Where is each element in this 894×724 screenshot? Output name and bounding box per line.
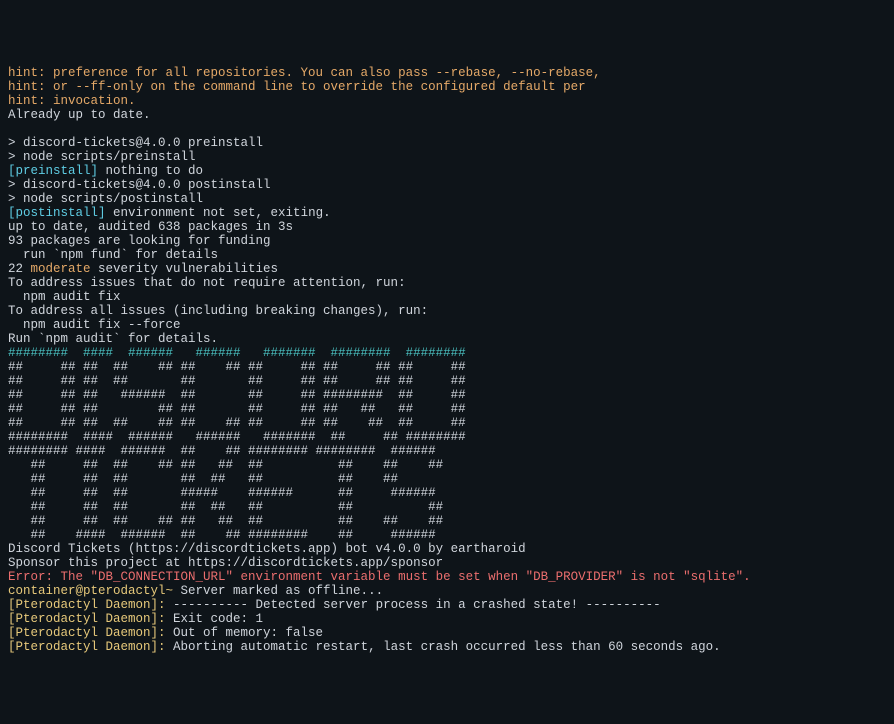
terminal-text-segment: Out of memory: false [166,626,324,640]
terminal-line: ## ## ## ## ## ## ## ## ## ## [8,458,886,472]
terminal-line: 93 packages are looking for funding [8,234,886,248]
terminal-text-segment: hint: invocation. [8,94,136,108]
terminal-line: hint: preference for all repositories. Y… [8,66,886,80]
terminal-line: ## ## ## ##### ###### ## ###### [8,486,886,500]
terminal-text-segment: [Pterodactyl Daemon]: [8,612,166,626]
terminal-text-segment: [postinstall] [8,206,106,220]
terminal-text-segment: ######## #### ###### ###### ####### ####… [8,346,473,360]
terminal-line: npm audit fix [8,290,886,304]
terminal-text-segment: ## ## ## ## ## ## ## ## [8,500,451,514]
terminal-text-segment: To address issues that do not require at… [8,276,406,290]
terminal-line: Error: The "DB_CONNECTION_URL" environme… [8,570,886,584]
terminal-text-segment: [Pterodactyl Daemon]: [8,626,166,640]
terminal-line: ## ## ## ## ## ## ## ## ## ## ## ## ## [8,360,886,374]
terminal-line: ## ## ## ## ## ## ## ## ## ## ## ## ## [8,416,886,430]
terminal-text-segment: To address all issues (including breakin… [8,304,428,318]
terminal-text-segment: npm audit fix [8,290,121,304]
terminal-line: [preinstall] nothing to do [8,164,886,178]
terminal-text-segment: ## ## ## ## ## ## ## ## ## ## ## ## ## [8,416,466,430]
terminal-line: ######## #### ###### ###### ####### ## #… [8,430,886,444]
terminal-text-segment: ## ## ## ###### ## ## ## ######## ## ## [8,388,466,402]
terminal-line: [Pterodactyl Daemon]: Aborting automatic… [8,640,886,654]
terminal-text-segment: ## ## ## ## ## ## ## ## ## ## [8,458,451,472]
terminal-text-segment: npm audit fix --force [8,318,181,332]
terminal-text-segment: > node scripts/preinstall [8,150,196,164]
terminal-text-segment: [Pterodactyl Daemon]: [8,640,166,654]
terminal-text-segment: 93 packages are looking for funding [8,234,271,248]
terminal-text-segment: ## ## ## ## ## ## ## ## ## ## ## ## ## [8,360,466,374]
terminal-line: ## ## ## ## ## ## ## ## [8,500,886,514]
terminal-text-segment: container@pterodactyl~ [8,584,173,598]
terminal-text-segment: hint: preference for all repositories. Y… [8,66,601,80]
terminal-text-segment: hint: or --ff-only on the command line t… [8,80,586,94]
terminal-text-segment: ## ## ## ## ## ## ## ## [8,472,451,486]
terminal-line: [postinstall] environment not set, exiti… [8,206,886,220]
terminal-text-segment: nothing to do [98,164,203,178]
terminal-line: ## ## ## ## ## ## ## ## [8,472,886,486]
terminal-text-segment: severity vulnerabilities [91,262,279,276]
terminal-text-segment: ## ## ## ## ## ## ## ## ## ## ## [8,402,466,416]
terminal-text-segment: ---------- Detected server process in a … [166,598,661,612]
terminal-text-segment: Run `npm audit` for details. [8,332,218,346]
terminal-line: ## ## ## ## ## ## ## ## ## ## ## [8,374,886,388]
terminal-text-segment: ## #### ###### ## ## ######## ## ###### [8,528,451,542]
terminal-text-segment: > node scripts/postinstall [8,192,203,206]
terminal-line: [Pterodactyl Daemon]: Exit code: 1 [8,612,886,626]
terminal-line: Sponsor this project at https://discordt… [8,556,886,570]
terminal-line: Run `npm audit` for details. [8,332,886,346]
terminal-line: ## #### ###### ## ## ######## ## ###### [8,528,886,542]
terminal-line: ######## #### ###### ## ## ######## ####… [8,444,886,458]
terminal-text-segment: Server marked as offline... [173,584,383,598]
terminal-text-segment: [Pterodactyl Daemon]: [8,598,166,612]
terminal-text-segment: ######## #### ###### ###### ####### ## #… [8,430,473,444]
terminal-line: [Pterodactyl Daemon]: ---------- Detecte… [8,598,886,612]
terminal-text-segment: ######## #### ###### ## ## ######## ####… [8,444,451,458]
terminal-line: run `npm fund` for details [8,248,886,262]
terminal-text-segment: ## ## ## ## ## ## ## ## ## ## [8,514,451,528]
terminal-line: ## ## ## ## ## ## ## ## ## ## ## [8,402,886,416]
terminal-line [8,122,886,136]
terminal-line: npm audit fix --force [8,318,886,332]
terminal-line: Already up to date. [8,108,886,122]
terminal-line: hint: or --ff-only on the command line t… [8,80,886,94]
terminal-text-segment: 22 [8,262,31,276]
terminal-text-segment: > discord-tickets@4.0.0 preinstall [8,136,263,150]
terminal-line: To address issues that do not require at… [8,276,886,290]
terminal-line: ## ## ## ###### ## ## ## ######## ## ## [8,388,886,402]
terminal-text-segment: > discord-tickets@4.0.0 postinstall [8,178,271,192]
terminal-text-segment: ## ## ## ##### ###### ## ###### [8,486,451,500]
terminal-line: > node scripts/postinstall [8,192,886,206]
terminal-line: [Pterodactyl Daemon]: Out of memory: fal… [8,626,886,640]
terminal-text-segment: up to date, audited 638 packages in 3s [8,220,293,234]
terminal-text-segment: Aborting automatic restart, last crash o… [166,640,721,654]
terminal-line: ## ## ## ## ## ## ## ## ## ## [8,514,886,528]
terminal-text-segment: run `npm fund` for details [8,248,218,262]
terminal-line: 22 moderate severity vulnerabilities [8,262,886,276]
terminal-text-segment: Sponsor this project at https://discordt… [8,556,443,570]
terminal-line: ######## #### ###### ###### ####### ####… [8,346,886,360]
terminal-line: > discord-tickets@4.0.0 preinstall [8,136,886,150]
terminal-text-segment: environment not set, exiting. [106,206,331,220]
terminal-text-segment: Discord Tickets (https://discordtickets.… [8,542,526,556]
terminal-line: Discord Tickets (https://discordtickets.… [8,542,886,556]
terminal-text-segment: Exit code: 1 [166,612,264,626]
terminal-text-segment: ## ## ## ## ## ## ## ## ## ## ## [8,374,466,388]
terminal-text-segment: moderate [31,262,91,276]
terminal-output: hint: preference for all repositories. Y… [8,66,886,654]
terminal-text-segment: Error: The "DB_CONNECTION_URL" environme… [8,570,751,584]
terminal-line: hint: invocation. [8,94,886,108]
terminal-line: up to date, audited 638 packages in 3s [8,220,886,234]
terminal-line: container@pterodactyl~ Server marked as … [8,584,886,598]
terminal-line: > node scripts/preinstall [8,150,886,164]
terminal-line: > discord-tickets@4.0.0 postinstall [8,178,886,192]
terminal-text-segment: [preinstall] [8,164,98,178]
terminal-line: To address all issues (including breakin… [8,304,886,318]
terminal-text-segment: Already up to date. [8,108,151,122]
